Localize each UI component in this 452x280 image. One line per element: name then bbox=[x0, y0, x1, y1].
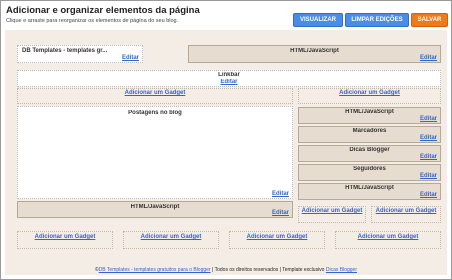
add-gadget-link[interactable]: Adicionar um Gadget bbox=[18, 234, 112, 240]
edit-link[interactable]: Editar bbox=[420, 116, 437, 122]
sidebar-widget-dicas[interactable]: Dicas Blogger Editar bbox=[298, 145, 441, 162]
layout-canvas: DB Templates - templates gr... Editar HT… bbox=[5, 30, 447, 275]
main-html-widget[interactable]: HTML/JavaScript Editar bbox=[17, 201, 293, 218]
clear-edits-button[interactable]: LIMPAR EDIÇÕES bbox=[345, 13, 409, 27]
sidebar-add-gadget-slot[interactable]: Adicionar um Gadget bbox=[298, 88, 441, 104]
edit-link[interactable]: Editar bbox=[420, 55, 437, 61]
footer-add-gadget-slot-4[interactable]: Adicionar um Gadget bbox=[335, 231, 441, 249]
widget-title: Seguidores bbox=[353, 166, 386, 172]
edit-link[interactable]: Editar bbox=[420, 154, 437, 160]
add-gadget-link[interactable]: Adicionar um Gadget bbox=[299, 90, 440, 96]
footer-link-db-templates[interactable]: DB Templates - templates gratuitos para … bbox=[99, 267, 211, 273]
add-gadget-link[interactable]: Adicionar um Gadget bbox=[299, 208, 365, 214]
footer-add-gadget-slot-1[interactable]: Adicionar um Gadget bbox=[17, 231, 113, 249]
edit-link[interactable]: Editar bbox=[420, 192, 437, 198]
widget-title: HTML/JavaScript bbox=[345, 109, 394, 115]
add-gadget-link[interactable]: Adicionar um Gadget bbox=[18, 90, 292, 96]
header-html-widget[interactable]: HTML/JavaScript Editar bbox=[188, 45, 441, 63]
footer-add-gadget-slot-3[interactable]: Adicionar um Gadget bbox=[229, 231, 325, 249]
edit-link[interactable]: Editar bbox=[122, 55, 139, 61]
sidebar-left-add-gadget-slot[interactable]: Adicionar um Gadget bbox=[298, 206, 366, 223]
widget-title: Postagens no blog bbox=[128, 110, 182, 116]
header-title-widget[interactable]: DB Templates - templates gr... Editar bbox=[17, 45, 143, 63]
widget-title: Linkbar bbox=[218, 72, 240, 78]
add-gadget-link[interactable]: Adicionar um Gadget bbox=[336, 234, 440, 240]
widget-title: HTML/JavaScript bbox=[130, 204, 180, 210]
sidebar-widget-html-1[interactable]: HTML/JavaScript Editar bbox=[298, 107, 441, 124]
footer-add-gadget-slot-2[interactable]: Adicionar um Gadget bbox=[123, 231, 219, 249]
widget-title: Marcadores bbox=[352, 128, 387, 134]
blog-posts-widget[interactable]: Postagens no blog Editar bbox=[17, 106, 293, 199]
layout-editor-window: Adicionar e organizar elementos da págin… bbox=[0, 0, 452, 280]
edit-link[interactable]: Editar bbox=[420, 173, 437, 179]
add-gadget-link[interactable]: Adicionar um Gadget bbox=[230, 234, 324, 240]
page-title: Adicionar e organizar elementos da págin… bbox=[6, 5, 200, 16]
widget-title: DB Templates - templates gr... bbox=[22, 48, 108, 54]
edit-link[interactable]: Editar bbox=[18, 79, 440, 85]
save-button[interactable]: SALVAR bbox=[411, 13, 448, 27]
add-gadget-link[interactable]: Adicionar um Gadget bbox=[372, 208, 440, 214]
view-button[interactable]: VISUALIZAR bbox=[293, 13, 343, 27]
edit-link[interactable]: Editar bbox=[272, 191, 289, 197]
linkbar-widget[interactable]: Linkbar Editar bbox=[17, 70, 441, 87]
sidebar-widget-followers[interactable]: Seguidores Editar bbox=[298, 164, 441, 181]
add-gadget-link[interactable]: Adicionar um Gadget bbox=[124, 234, 218, 240]
edit-link[interactable]: Editar bbox=[420, 135, 437, 141]
sidebar-right-add-gadget-slot[interactable]: Adicionar um Gadget bbox=[371, 206, 441, 223]
widget-title: HTML/JavaScript bbox=[290, 48, 339, 54]
footer-text: | Todos os direitos reservados | Templat… bbox=[210, 267, 326, 273]
page-subtitle: Clique e arraste para reorganizar os ele… bbox=[6, 18, 179, 24]
sidebar-widget-html-2[interactable]: HTML/JavaScript Editar bbox=[298, 183, 441, 200]
main-add-gadget-slot[interactable]: Adicionar um Gadget bbox=[17, 88, 293, 104]
widget-title: Dicas Blogger bbox=[349, 147, 390, 153]
footer-credits: ©DB Templates - templates gratuitos para… bbox=[1, 267, 451, 273]
footer-link-dicas-blogger[interactable]: Dicas Blogger bbox=[326, 267, 357, 273]
widget-title: HTML/JavaScript bbox=[345, 185, 394, 191]
sidebar-widget-labels[interactable]: Marcadores Editar bbox=[298, 126, 441, 143]
edit-link[interactable]: Editar bbox=[272, 210, 289, 216]
